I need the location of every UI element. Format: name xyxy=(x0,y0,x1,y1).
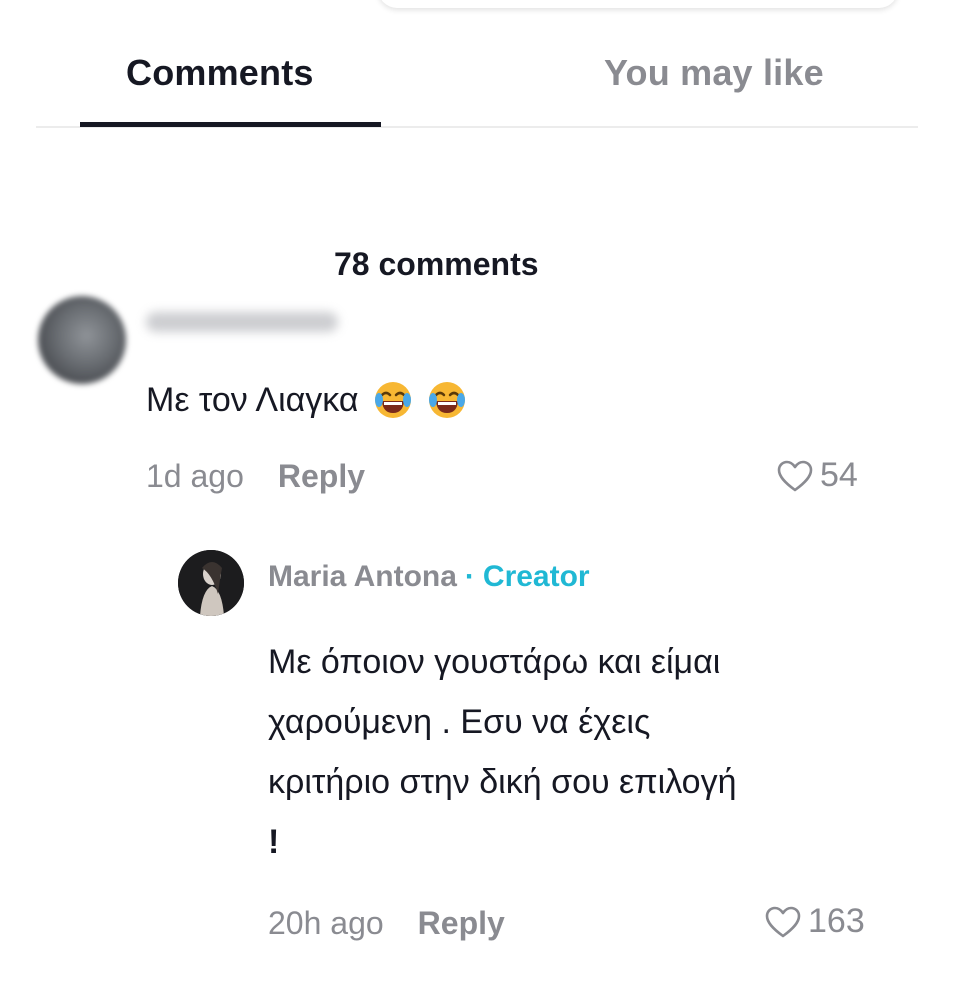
reply-button[interactable]: Reply xyxy=(278,458,365,495)
separator-dot: · xyxy=(464,560,475,593)
reply-header: Maria Antona · Creator xyxy=(268,560,590,594)
avatar[interactable] xyxy=(178,550,244,616)
tab-bar: Comments You may like xyxy=(36,0,918,128)
comment-count: 78 comments xyxy=(334,246,539,282)
heart-icon xyxy=(777,460,813,491)
reply-text-line: ! xyxy=(268,823,280,861)
comment-text: Με τον Λιαγκα xyxy=(146,380,467,420)
reply-meta: 20h ago Reply xyxy=(268,905,505,942)
reply-text-line: κριτήριο στην δική σου επιλογή xyxy=(268,763,737,801)
like-button[interactable]: 54 xyxy=(776,456,858,495)
author-name[interactable]: Maria Antona xyxy=(268,560,457,594)
comment-time: 1d ago xyxy=(146,458,244,494)
reply-button[interactable]: Reply xyxy=(418,905,505,942)
creator-badge: Creator xyxy=(482,560,590,593)
like-button[interactable]: 163 xyxy=(764,902,865,941)
reply-text-line: χαρούμενη . Εσυ να έχεις xyxy=(268,703,651,741)
tab-comments[interactable]: Comments xyxy=(126,52,314,94)
tears-of-joy-emoji xyxy=(427,380,467,420)
comment-body: Με τον Λιαγκα xyxy=(146,380,359,419)
tab-you-may-like[interactable]: You may like xyxy=(604,52,824,94)
reply-text: Με όποιον γουστάρω και είμαι χαρούμενη .… xyxy=(268,632,888,872)
heart-icon xyxy=(765,906,801,937)
tears-of-joy-emoji xyxy=(373,380,413,420)
like-count: 163 xyxy=(808,902,865,940)
comment-meta: 1d ago Reply xyxy=(146,458,365,495)
avatar[interactable] xyxy=(38,296,126,384)
reply-time: 20h ago xyxy=(268,905,384,941)
reply-text-line: Με όποιον γουστάρω και είμαι xyxy=(268,643,721,681)
like-count: 54 xyxy=(820,456,858,494)
blurred-username xyxy=(146,312,338,332)
active-tab-indicator xyxy=(80,122,381,127)
